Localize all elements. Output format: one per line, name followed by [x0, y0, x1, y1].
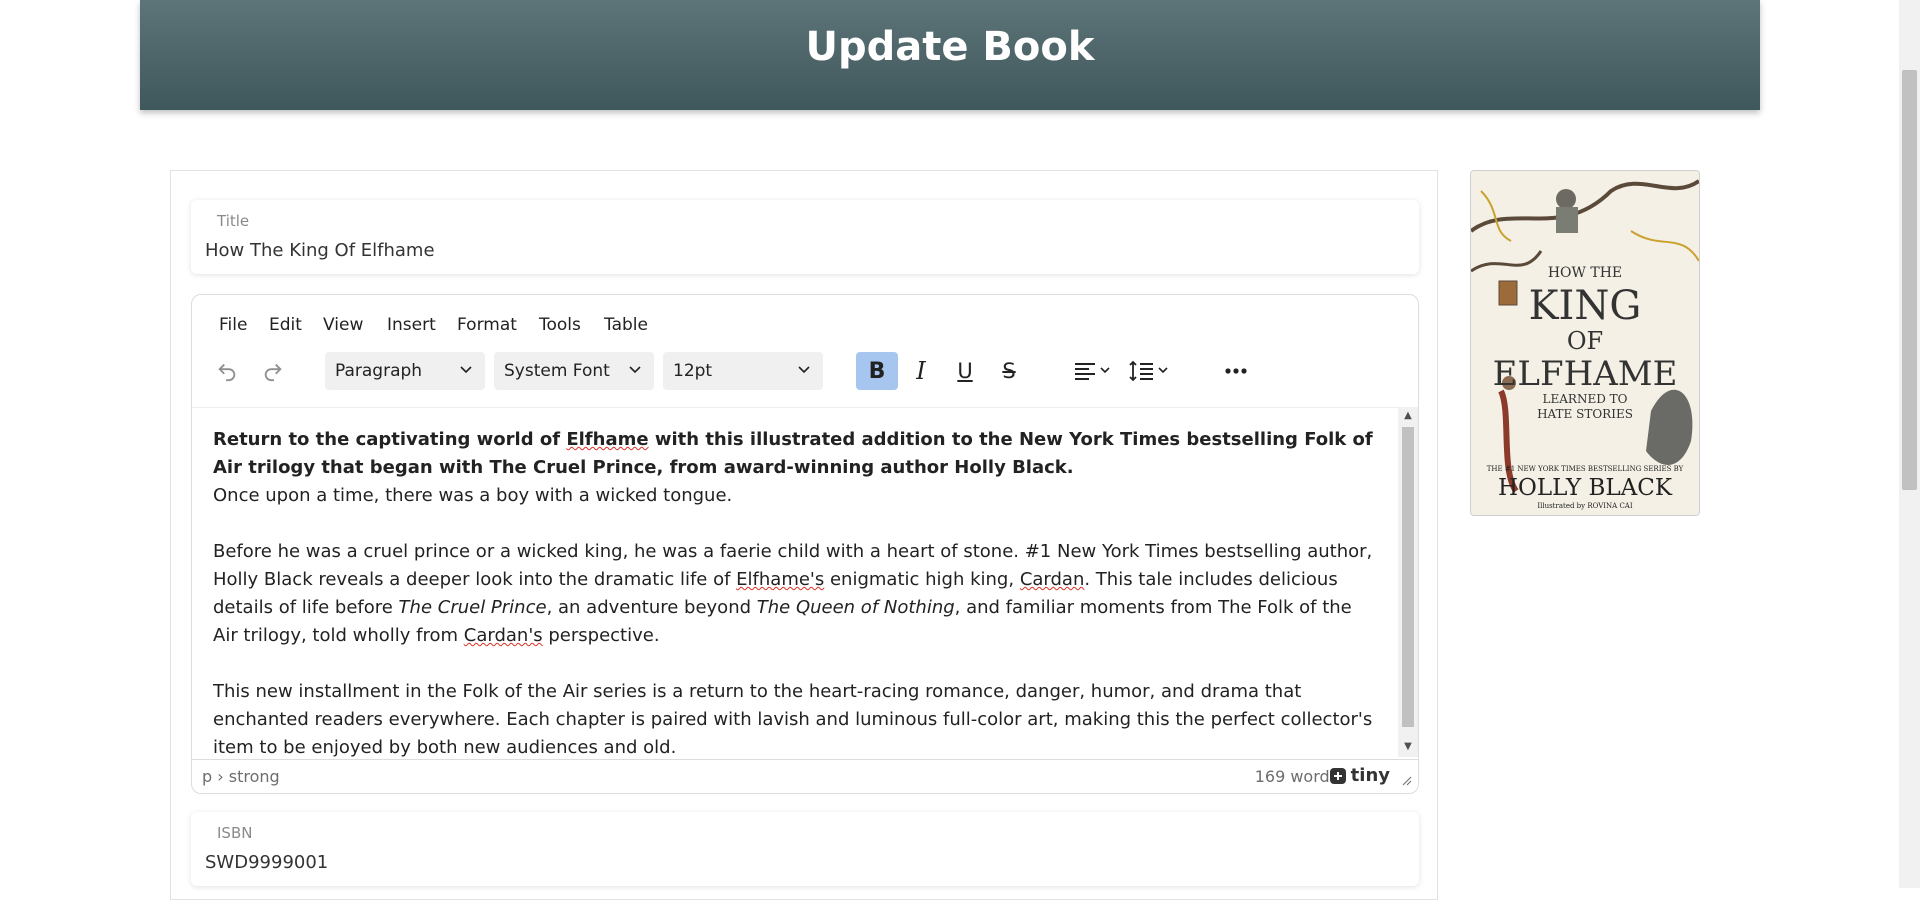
isbn-label: ISBN	[217, 824, 253, 842]
intro-paragraph: Return to the captivating world of Elfha…	[213, 426, 1376, 482]
scroll-up-icon[interactable]: ▲	[1402, 410, 1414, 422]
underline-icon[interactable]: U	[946, 352, 984, 390]
word-count[interactable]: 169 words	[1255, 767, 1338, 786]
align-left-icon[interactable]	[1068, 352, 1118, 390]
bold-icon[interactable]: B	[856, 352, 898, 390]
menu-insert[interactable]: Insert	[387, 315, 436, 335]
rich-text-editor: File Edit View Insert Format Tools Table…	[191, 294, 1419, 794]
element-path[interactable]: p › strong	[202, 767, 280, 786]
cover-title-line1: HOW THE	[1548, 265, 1622, 281]
misspelled-word: Cardan's	[463, 625, 543, 646]
menu-file[interactable]: File	[219, 315, 247, 335]
book-cover-art: HOW THE KING OF ELFHAME LEARNED TO HATE …	[1471, 171, 1699, 515]
font-size-value: 12pt	[673, 361, 713, 381]
more-options-icon[interactable]	[1214, 352, 1258, 390]
line-height-icon[interactable]	[1126, 352, 1176, 390]
menu-format[interactable]: Format	[457, 315, 517, 335]
isbn-field[interactable]: ISBN SWD9999001	[191, 812, 1419, 886]
italic-icon[interactable]: I	[902, 352, 940, 390]
editor-scroll-thumb[interactable]	[1402, 427, 1414, 727]
block-format-value: Paragraph	[335, 361, 423, 381]
undo-icon[interactable]	[208, 352, 246, 390]
editor-menubar: File Edit View Insert Format Tools Table	[192, 295, 1418, 345]
installment-paragraph: This new installment in the Folk of the …	[213, 681, 1373, 758]
page-title: Update Book	[805, 24, 1095, 70]
strikethrough-icon[interactable]: S	[990, 352, 1028, 390]
tiny-brand-text: tiny	[1350, 765, 1390, 786]
chevron-down-icon	[460, 366, 472, 374]
cover-title-line5: LEARNED TO	[1543, 392, 1628, 406]
chevron-down-icon	[629, 366, 641, 374]
italic-title: The Queen of Nothing	[756, 597, 955, 618]
title-input[interactable]: How The King Of Elfhame	[205, 240, 435, 261]
title-field[interactable]: Title How The King Of Elfhame	[191, 200, 1419, 274]
font-size-select[interactable]: 12pt	[663, 352, 823, 390]
scroll-down-icon[interactable]: ▼	[1402, 741, 1414, 753]
page-scrollbar[interactable]	[1899, 0, 1920, 888]
menu-table[interactable]: Table	[604, 315, 648, 335]
resize-handle-icon[interactable]	[1400, 774, 1412, 786]
cover-title-line3: OF	[1567, 327, 1603, 355]
misspelled-word: Elfhame's	[736, 569, 825, 590]
title-label: Title	[217, 212, 250, 230]
isbn-input[interactable]: SWD9999001	[205, 852, 328, 873]
desc-text: enigmatic high king,	[824, 569, 1020, 590]
font-family-value: System Font	[504, 361, 610, 381]
italic-title: The Cruel Prince	[398, 597, 547, 618]
block-format-select[interactable]: Paragraph	[325, 352, 485, 390]
page-scroll-thumb[interactable]	[1902, 70, 1917, 490]
chevron-down-icon	[798, 366, 810, 374]
tiny-logo[interactable]: tiny	[1329, 765, 1390, 786]
intro-text: Return to the captivating world of	[213, 429, 567, 450]
menu-edit[interactable]: Edit	[269, 315, 302, 335]
cover-title-line4: ELFHAME	[1493, 354, 1678, 394]
redo-icon[interactable]	[254, 352, 292, 390]
page-header: Update Book	[140, 0, 1760, 110]
book-cover-image: HOW THE KING OF ELFHAME LEARNED TO HATE …	[1470, 170, 1700, 516]
cover-series-line: THE #1 NEW YORK TIMES BESTSELLING SERIES…	[1487, 465, 1684, 473]
cover-title-line6: HATE STORIES	[1537, 407, 1633, 421]
font-family-select[interactable]: System Font	[494, 352, 654, 390]
cover-title-line2: KING	[1529, 283, 1642, 329]
editor-statusbar: p › strong 169 words tiny	[192, 759, 1418, 793]
menu-view[interactable]: View	[323, 315, 363, 335]
cover-illustrator: Illustrated by ROVINA CAI	[1537, 502, 1633, 510]
misspelled-word: Cardan	[1019, 569, 1085, 590]
description-paragraph: Before he was a cruel prince or a wicked…	[213, 538, 1376, 650]
tagline-paragraph: Once upon a time, there was a boy with a…	[213, 485, 733, 506]
editor-content[interactable]: Return to the captivating world of Elfha…	[192, 407, 1398, 758]
cover-author: HOLLY BLACK	[1498, 475, 1673, 501]
tiny-icon	[1329, 767, 1346, 784]
editor-toolbar: Paragraph System Font 12pt B I U S	[192, 347, 1418, 397]
desc-text: perspective.	[542, 625, 660, 646]
menu-tools[interactable]: Tools	[539, 315, 581, 335]
desc-text: , an adventure beyond	[546, 597, 757, 618]
misspelled-word: Elfhame	[566, 429, 649, 450]
editor-scrollbar[interactable]: ▲ ▼	[1398, 407, 1418, 757]
